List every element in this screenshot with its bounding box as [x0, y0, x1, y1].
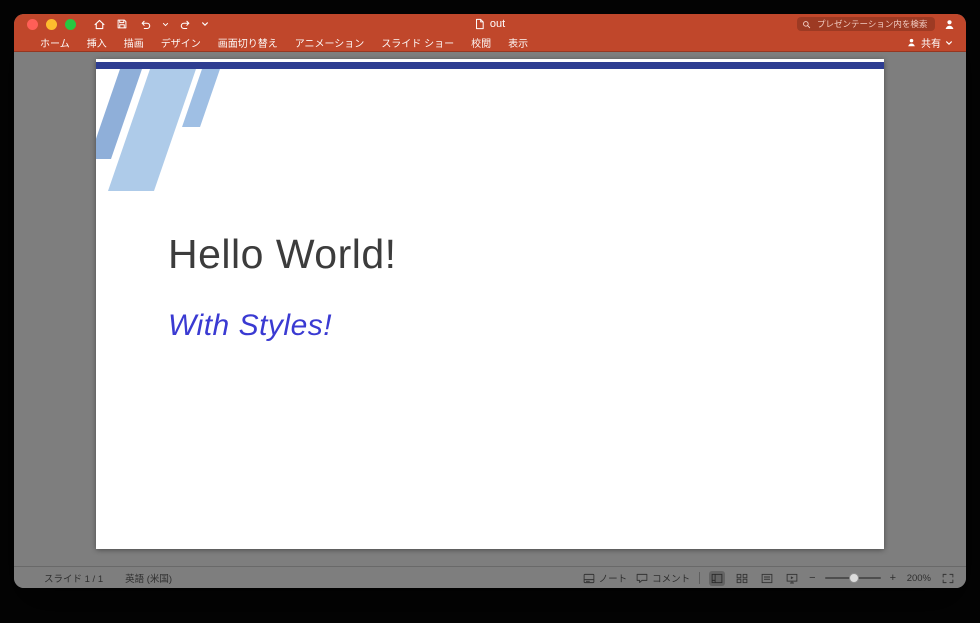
- reading-view-button[interactable]: [759, 571, 775, 586]
- slide-subtitle-text[interactable]: With Styles!: [168, 309, 332, 343]
- status-left: スライド 1 / 1 英語 (米国): [44, 571, 172, 585]
- slide-decoration: [96, 69, 336, 219]
- share-chevron-down-icon: [945, 39, 953, 47]
- undo-dropdown-chevron-icon[interactable]: [161, 17, 169, 31]
- undo-icon[interactable]: [138, 17, 152, 31]
- zoom-slider[interactable]: [824, 573, 881, 583]
- titlebar: out: [14, 14, 966, 34]
- tab-insert[interactable]: 挿入: [87, 35, 107, 50]
- tab-review[interactable]: 校閲: [471, 35, 491, 50]
- share-button[interactable]: 共有: [906, 34, 953, 51]
- tab-slideshow[interactable]: スライド ショー: [381, 35, 454, 50]
- document-title: out: [489, 18, 506, 30]
- notes-toggle[interactable]: ノート: [583, 571, 628, 585]
- search-icon: [802, 20, 811, 29]
- minimize-button[interactable]: [46, 18, 57, 30]
- comments-label: コメント: [652, 574, 691, 585]
- fit-slide-to-window-button[interactable]: [940, 571, 956, 586]
- normal-view-button[interactable]: [709, 570, 726, 586]
- search-box[interactable]: [797, 17, 935, 31]
- slide-sorter-view-button[interactable]: [734, 571, 750, 586]
- editing-canvas: Hello World! With Styles!: [14, 52, 966, 566]
- zoom-in-button[interactable]: +: [890, 572, 896, 584]
- slideshow-button[interactable]: [784, 571, 800, 586]
- share-person-icon: [906, 37, 917, 48]
- share-label: 共有: [921, 39, 941, 50]
- customize-toolbar-chevron-icon[interactable]: [201, 17, 209, 31]
- tab-animations[interactable]: アニメーション: [295, 35, 365, 50]
- divider: [699, 572, 701, 584]
- notes-label: ノート: [598, 574, 628, 585]
- ribbon-tab-bar: ホーム 挿入 描画 デザイン 画面切り替え アニメーション スライド ショー 校…: [14, 34, 966, 52]
- status-bar: スライド 1 / 1 英語 (米国) ノート コメント − + 200%: [14, 566, 966, 588]
- traffic-lights: [14, 18, 76, 30]
- slide[interactable]: Hello World! With Styles!: [96, 59, 884, 549]
- home-icon[interactable]: [92, 17, 106, 31]
- slide-title-text[interactable]: Hello World!: [168, 231, 397, 278]
- language-indicator[interactable]: 英語 (米国): [125, 571, 172, 585]
- zoom-level[interactable]: 200%: [905, 573, 931, 584]
- zoom-slider-thumb[interactable]: [848, 573, 859, 583]
- redo-icon[interactable]: [178, 17, 192, 31]
- quick-access-toolbar: [92, 17, 209, 31]
- ribbon-tabs: ホーム 挿入 描画 デザイン 画面切り替え アニメーション スライド ショー 校…: [40, 35, 528, 50]
- document-icon: [475, 18, 485, 30]
- titlebar-right: [797, 17, 956, 31]
- tab-design[interactable]: デザイン: [161, 35, 201, 50]
- tab-home[interactable]: ホーム: [40, 35, 70, 50]
- status-right: ノート コメント − + 200%: [583, 567, 956, 588]
- search-input[interactable]: [815, 18, 930, 30]
- account-icon[interactable]: [943, 18, 956, 31]
- slide-number-indicator[interactable]: スライド 1 / 1: [44, 571, 103, 585]
- tab-view[interactable]: 表示: [508, 35, 528, 50]
- tab-draw[interactable]: 描画: [124, 35, 144, 50]
- fullscreen-button[interactable]: [65, 18, 76, 30]
- close-button[interactable]: [27, 18, 38, 30]
- tab-transitions[interactable]: 画面切り替え: [218, 35, 278, 50]
- document-title-group: out: [475, 14, 505, 34]
- powerpoint-window: out ホーム 挿入 描画 デザイン 画面切り替え アニメーション スライド シ…: [14, 14, 966, 588]
- comments-toggle[interactable]: コメント: [636, 571, 690, 585]
- slide-accent-bar: [96, 62, 884, 69]
- save-icon[interactable]: [115, 17, 129, 31]
- zoom-out-button[interactable]: −: [809, 572, 815, 584]
